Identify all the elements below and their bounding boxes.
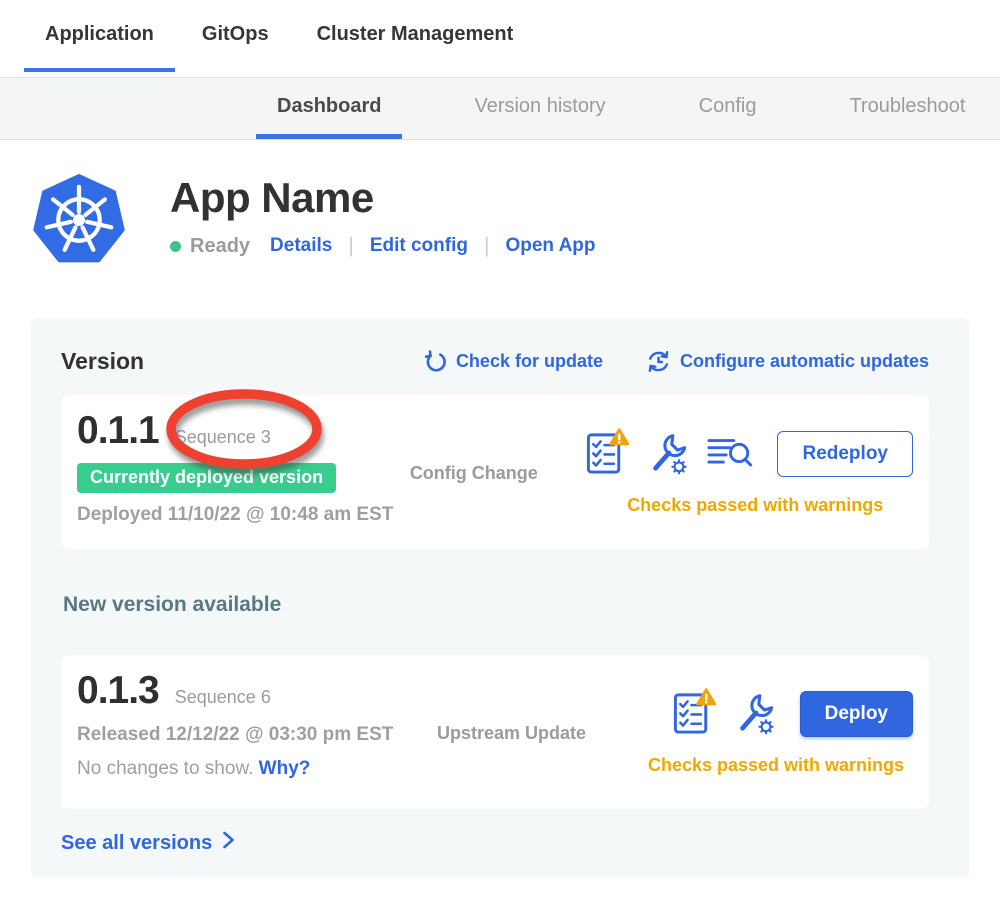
open-app-link[interactable]: Open App <box>505 235 595 257</box>
available-version-number: 0.1.3 <box>77 669 159 713</box>
separator: | <box>348 234 353 258</box>
current-version-source: Config Change <box>410 461 586 484</box>
tab-application[interactable]: Application <box>24 0 175 72</box>
available-version-source: Upstream Update <box>437 721 627 744</box>
app-nav: Dashboard Version history Config Trouble… <box>0 77 1000 140</box>
edit-config-icon[interactable] <box>734 689 776 740</box>
tab-cluster-management[interactable]: Cluster Management <box>296 0 535 72</box>
version-panel: Version Check for update <box>31 318 969 877</box>
released-timestamp: Released 12/12/22 @ 03:30 pm EST <box>77 724 393 746</box>
current-version-sequence: Sequence 3 <box>175 427 271 448</box>
tab-troubleshoot[interactable]: Troubleshoot <box>828 78 986 139</box>
current-version-card: 0.1.1 Sequence 3 Currently deployed vers… <box>61 395 929 549</box>
configure-automatic-updates-link[interactable]: Configure automatic updates <box>645 348 929 375</box>
edit-config-link[interactable]: Edit config <box>370 235 468 257</box>
tab-gitops[interactable]: GitOps <box>181 0 290 72</box>
deployed-timestamp: Deployed 11/10/22 @ 10:48 am EST <box>77 504 393 526</box>
tab-config[interactable]: Config <box>678 78 778 139</box>
see-all-versions-link[interactable]: See all versions <box>61 831 235 855</box>
new-version-heading: New version available <box>63 593 929 617</box>
tab-dashboard[interactable]: Dashboard <box>256 78 402 139</box>
changes-note: No changes to show. Why? <box>77 758 310 780</box>
app-header: App Name Ready Details | Edit config | O… <box>33 170 1000 270</box>
tab-version-history[interactable]: Version history <box>453 78 626 139</box>
kubernetes-logo-icon <box>33 170 125 270</box>
view-logs-icon[interactable] <box>707 432 753 477</box>
app-status: Ready <box>190 235 250 258</box>
details-link[interactable]: Details <box>270 235 332 257</box>
app-title: App Name <box>170 174 596 222</box>
version-heading: Version <box>61 348 144 375</box>
current-version-number: 0.1.1 <box>77 409 159 453</box>
status-ready-dot-icon <box>170 241 181 252</box>
why-link[interactable]: Why? <box>259 758 311 779</box>
available-version-sequence: Sequence 6 <box>175 687 271 708</box>
available-version-card: 0.1.3 Sequence 6 Released 12/12/22 @ 03:… <box>61 655 929 809</box>
checks-status-current: Checks passed with warnings <box>627 495 883 516</box>
checks-status-available: Checks passed with warnings <box>648 755 904 776</box>
app-status-row: Ready Details | Edit config | Open App <box>170 234 596 258</box>
preflight-checks-warning-icon[interactable] <box>585 428 629 480</box>
deploy-button[interactable]: Deploy <box>800 691 913 737</box>
primary-nav: Application GitOps Cluster Management <box>0 0 1000 77</box>
check-for-update-link[interactable]: Check for update <box>423 349 603 374</box>
chevron-right-icon <box>222 831 235 855</box>
auto-update-clock-icon <box>645 348 672 375</box>
preflight-checks-warning-icon[interactable] <box>672 688 716 740</box>
separator: | <box>484 234 489 258</box>
refresh-icon <box>423 349 448 374</box>
edit-config-icon[interactable] <box>647 429 689 480</box>
redeploy-button[interactable]: Redeploy <box>777 431 913 477</box>
currently-deployed-badge: Currently deployed version <box>77 463 336 493</box>
